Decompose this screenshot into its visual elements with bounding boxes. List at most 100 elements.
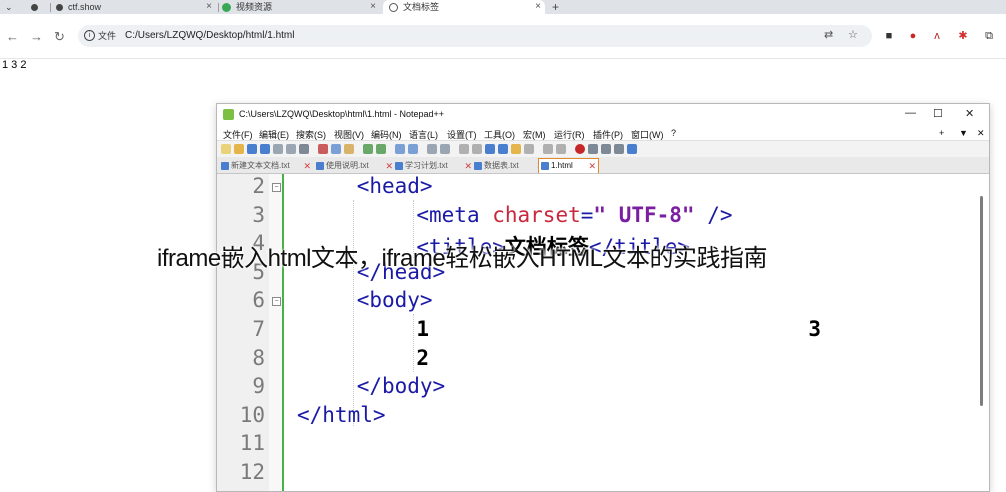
translate-icon[interactable]: ⇄ — [824, 28, 833, 41]
tab-document[interactable]: 文档标签 × — [383, 0, 545, 14]
run-macro-icon[interactable] — [614, 144, 624, 154]
tab-pinned[interactable] — [26, 0, 46, 14]
line-number: 7 — [252, 317, 265, 341]
function-list-icon[interactable] — [524, 144, 534, 154]
copy-icon[interactable] — [331, 144, 341, 154]
code-token: </body> — [356, 374, 446, 399]
line-number: 3 — [252, 202, 265, 227]
stop-macro-icon[interactable] — [588, 144, 598, 154]
puzzle-icon[interactable]: ⧉ — [982, 29, 996, 43]
file-tab-label: 新建文本文档.txt — [231, 161, 290, 170]
play-macro-icon[interactable] — [601, 144, 611, 154]
forward-icon[interactable]: → — [30, 29, 43, 44]
print-icon[interactable] — [299, 144, 309, 154]
paste-icon[interactable] — [344, 144, 354, 154]
file-tab-label: 学习计划.txt — [405, 161, 448, 170]
minimize-button[interactable]: — — [905, 107, 916, 119]
close-icon[interactable]: × — [206, 0, 212, 14]
new-tab-button[interactable]: + — [552, 0, 559, 14]
file-tab[interactable]: 使用说明.txt ✕ — [314, 159, 395, 173]
tab-search-menu[interactable]: ⌄ — [0, 0, 20, 14]
code-token: charset — [492, 202, 581, 227]
close-button[interactable]: ✕ — [965, 107, 974, 120]
tab-strip: ⌄ ctf.show × 视频资源 × 文档标签 × + — [0, 0, 1006, 14]
redo-icon[interactable] — [376, 144, 386, 154]
notepad-title-bar[interactable]: C:\Users\LZQWQ\Desktop\html\1.html - Not… — [217, 104, 989, 126]
menu-dropdown-button[interactable]: ▼ — [959, 128, 968, 138]
file-tab[interactable]: 数据表.txt✕ — [472, 159, 546, 173]
sync-scroll-icon[interactable] — [459, 144, 469, 154]
code-line: <head> — [357, 174, 433, 198]
fold-margin — [269, 174, 283, 491]
close-all-icon[interactable] — [286, 144, 296, 154]
code-token: 1 — [416, 317, 430, 341]
fold-minus-icon[interactable]: − — [272, 183, 281, 192]
close-icon[interactable]: ✕ — [303, 159, 311, 173]
cut-icon[interactable] — [318, 144, 328, 154]
tab-ctfshow[interactable]: ctf.show × — [56, 0, 216, 14]
code-line: 1 3 — [416, 317, 821, 341]
folder-workspace-icon[interactable] — [543, 144, 553, 154]
tab-label: 视频资源 — [236, 2, 273, 12]
file-tab-label: 数据表.txt — [484, 161, 519, 170]
replace-icon[interactable] — [408, 144, 418, 154]
close-icon[interactable]: ✕ — [464, 159, 472, 173]
extension-bug-icon[interactable]: ✱ — [956, 29, 970, 43]
indent-guide — [353, 200, 355, 426]
undo-icon[interactable] — [363, 144, 373, 154]
back-icon[interactable]: ← — [6, 29, 19, 44]
extension-icon[interactable]: ■ — [882, 29, 896, 43]
menu-add-button[interactable]: + — [939, 128, 944, 138]
close-file-icon[interactable] — [273, 144, 283, 154]
menu-close-button[interactable]: ✕ — [977, 128, 985, 139]
address-bar[interactable]: i 文件 C:/Users/LZQWQ/Desktop/html/1.html … — [78, 25, 872, 47]
open-file-icon[interactable] — [234, 144, 244, 154]
save-icon[interactable] — [247, 144, 257, 154]
zoom-out-icon[interactable] — [440, 144, 450, 154]
site-info-button[interactable]: i 文件 — [84, 29, 116, 42]
indent-guide-icon[interactable] — [498, 144, 508, 154]
browser-toolbar: ← → ↻ i 文件 C:/Users/LZQWQ/Desktop/html/1… — [0, 14, 1006, 59]
extension-badge-icon[interactable]: ● — [906, 29, 920, 43]
record-macro-icon[interactable] — [575, 144, 585, 154]
close-icon[interactable]: × — [535, 0, 541, 14]
line-number: 6 — [252, 288, 265, 313]
find-icon[interactable] — [395, 144, 405, 154]
file-tab[interactable]: 新建文本文档.txt ✕ — [219, 159, 313, 173]
wrap-icon[interactable] — [472, 144, 482, 154]
zoom-in-icon[interactable] — [427, 144, 437, 154]
maximize-button[interactable]: ☐ — [933, 107, 943, 120]
doc-map-icon[interactable] — [511, 144, 521, 154]
reload-icon[interactable]: ↻ — [54, 29, 65, 45]
fold-minus-icon[interactable]: − — [272, 297, 281, 306]
show-all-chars-icon[interactable] — [485, 144, 495, 154]
tab-divider — [50, 3, 51, 12]
notepad-title: C:\Users\LZQWQ\Desktop\html\1.html - Not… — [239, 109, 445, 119]
code-line: <body> — [357, 288, 433, 312]
close-icon[interactable]: ✕ — [588, 159, 596, 173]
vertical-scrollbar[interactable] — [980, 196, 983, 406]
extension-a-icon[interactable]: ᴧ — [930, 29, 944, 43]
bookmark-star-icon[interactable]: ☆ — [848, 28, 858, 41]
file-tab-active[interactable]: 1.html ✕ — [538, 158, 599, 173]
indent-guide — [413, 314, 415, 372]
code-token: " UTF-8" — [593, 202, 695, 227]
save-macro-icon[interactable] — [627, 144, 637, 154]
code-line: </body> — [357, 374, 446, 398]
save-all-icon[interactable] — [260, 144, 270, 154]
new-file-icon[interactable] — [221, 144, 231, 154]
tab-divider — [218, 3, 219, 12]
code-editor[interactable]: − − 2 <head> 3 <meta charset=" UTF-8" /> 4 <t… — [217, 174, 989, 491]
menu-help[interactable]: ? — [671, 128, 676, 138]
tab-video[interactable]: 视频资源 × — [222, 0, 380, 14]
notepad-file-tabs: 新建文本文档.txt✕ 使用说明.txt✕ 学习计划.txt✕ 数据表.txt✕… — [217, 157, 989, 174]
close-icon[interactable]: × — [370, 0, 376, 14]
code-line: </html> — [297, 403, 386, 427]
code-token: </html> — [297, 402, 386, 427]
change-history-bar — [282, 174, 284, 491]
file-tab[interactable]: 学习计划.txt ✕ — [393, 159, 474, 173]
file-tab-label: 使用说明.txt — [326, 161, 369, 170]
url-text[interactable]: C:/Users/LZQWQ/Desktop/html/1.html — [125, 30, 294, 41]
close-icon[interactable]: ✕ — [385, 159, 393, 173]
monitoring-icon[interactable] — [556, 144, 566, 154]
